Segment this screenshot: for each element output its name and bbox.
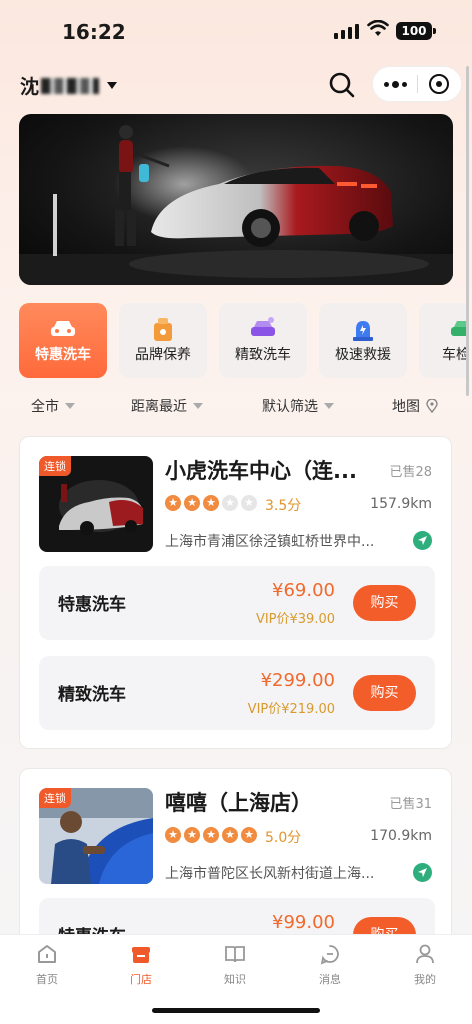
service-price: ¥299.00 xyxy=(260,670,335,691)
car-detail-icon xyxy=(251,317,275,336)
service-name: 特惠洗车 xyxy=(58,595,126,615)
location-redacted xyxy=(41,77,100,94)
star-icon: ★ xyxy=(241,827,257,843)
service-name: 精致洗车 xyxy=(58,685,126,705)
chevron-down-icon xyxy=(193,403,203,409)
star-icon: ★ xyxy=(203,827,219,843)
filter-map[interactable]: 地图 xyxy=(392,396,438,416)
chain-tag: 连锁 xyxy=(39,456,71,476)
star-icon: ★ xyxy=(222,495,238,511)
star-icon: ★ xyxy=(241,495,257,511)
filter-bar: 全市 距离最近 默认筛选 地图 xyxy=(0,396,472,418)
car-wash-icon xyxy=(51,321,75,336)
store-card[interactable]: 连锁 小虎洗车中心（连... 已售28 ★ ★ ★ ★ ★ 3.5分 157.9km 上… xyxy=(19,436,452,749)
tab-stores[interactable]: 门店 xyxy=(111,943,171,987)
filter-default[interactable]: 默认筛选 xyxy=(262,396,334,416)
store-thumbnail: 连锁 xyxy=(39,456,153,552)
tab-home[interactable]: 首页 xyxy=(17,943,77,987)
star-icon: ★ xyxy=(165,827,181,843)
location-label: 沈 xyxy=(20,76,40,98)
category-fine-wash[interactable]: 精致洗车 xyxy=(219,303,307,378)
location-pin-icon xyxy=(426,399,438,413)
navigate-icon[interactable] xyxy=(413,863,432,882)
service-price: ¥69.00 xyxy=(272,580,335,601)
service-item[interactable]: 特惠洗车 ¥69.00 VIP价¥39.00 购买 xyxy=(39,566,435,640)
miniprogram-capsule xyxy=(372,66,462,102)
book-icon xyxy=(225,946,245,963)
distance: 157.9km xyxy=(370,496,432,512)
category-rescue[interactable]: 极速救援 xyxy=(319,303,407,378)
rating-score: 5.0分 xyxy=(265,830,302,846)
vip-price: VIP价¥39.00 xyxy=(255,612,335,627)
store-address: 上海市普陀区长风新村街道上海... xyxy=(165,866,375,882)
status-bar: 16:22 100 xyxy=(0,0,472,62)
more-icon[interactable] xyxy=(373,80,417,88)
home-indicator[interactable] xyxy=(152,1008,320,1013)
star-icon: ★ xyxy=(184,495,200,511)
tab-messages[interactable]: 消息 xyxy=(300,943,360,987)
category-inspection[interactable]: 车检代 xyxy=(419,303,466,378)
category-row: 特惠洗车 品牌保养 精致洗车 极速救援 车检代 xyxy=(0,296,466,386)
service-item[interactable]: 精致洗车 ¥299.00 VIP价¥219.00 购买 xyxy=(39,656,435,730)
category-brand-maintenance[interactable]: 品牌保养 xyxy=(119,303,207,378)
chevron-down-icon xyxy=(107,82,118,89)
banner-image xyxy=(19,125,453,285)
store-card[interactable]: 连锁 嘻嘻（上海店） 已售31 ★ ★ ★ ★ ★ 5.0分 170.9km 上海市普陀… xyxy=(19,768,452,948)
navigate-icon[interactable] xyxy=(413,531,432,550)
service-price: ¥99.00 xyxy=(272,912,335,933)
category-special-wash[interactable]: 特惠洗车 xyxy=(19,303,107,378)
message-icon xyxy=(320,945,339,965)
promo-banner[interactable] xyxy=(19,114,453,285)
location-selector[interactable]: 沈 xyxy=(20,72,118,99)
rating-score: 3.5分 xyxy=(265,498,302,514)
store-name[interactable]: 小虎洗车中心（连... xyxy=(165,455,370,485)
oil-can-icon xyxy=(154,318,172,341)
status-time: 16:22 xyxy=(62,20,126,44)
store-thumbnail: 连锁 xyxy=(39,788,153,884)
buy-button[interactable]: 购买 xyxy=(353,675,416,711)
siren-icon xyxy=(353,321,373,341)
star-icon: ★ xyxy=(203,495,219,511)
rating-stars: ★ ★ ★ ★ ★ xyxy=(165,495,257,511)
car-inspection-icon xyxy=(451,321,466,336)
buy-button[interactable]: 购买 xyxy=(353,585,416,621)
sold-count: 已售31 xyxy=(389,797,432,812)
vip-price: VIP价¥219.00 xyxy=(247,702,335,717)
store-name[interactable]: 嘻嘻（上海店） xyxy=(165,787,370,817)
signal-icon xyxy=(334,24,359,39)
filter-sort[interactable]: 距离最近 xyxy=(131,396,203,416)
star-icon: ★ xyxy=(184,827,200,843)
star-icon: ★ xyxy=(165,495,181,511)
chevron-down-icon xyxy=(324,403,334,409)
search-icon[interactable] xyxy=(328,71,356,99)
user-icon xyxy=(416,944,434,964)
sold-count: 已售28 xyxy=(389,465,432,480)
home-icon xyxy=(38,945,56,963)
distance: 170.9km xyxy=(370,828,432,844)
tab-profile[interactable]: 我的 xyxy=(395,943,455,987)
scrollbar[interactable] xyxy=(466,66,469,396)
battery-icon: 100 xyxy=(396,22,436,40)
rating-stars: ★ ★ ★ ★ ★ xyxy=(165,827,257,843)
filter-city[interactable]: 全市 xyxy=(31,396,75,416)
tab-knowledge[interactable]: 知识 xyxy=(205,943,265,987)
wifi-icon xyxy=(367,20,389,36)
close-miniprogram-icon[interactable] xyxy=(418,74,461,94)
chevron-down-icon xyxy=(65,403,75,409)
top-bar: 沈 xyxy=(0,66,472,106)
store-icon xyxy=(132,947,150,963)
store-address: 上海市青浦区徐泾镇虹桥世界中... xyxy=(165,534,375,550)
star-icon: ★ xyxy=(222,827,238,843)
chain-tag: 连锁 xyxy=(39,788,71,808)
